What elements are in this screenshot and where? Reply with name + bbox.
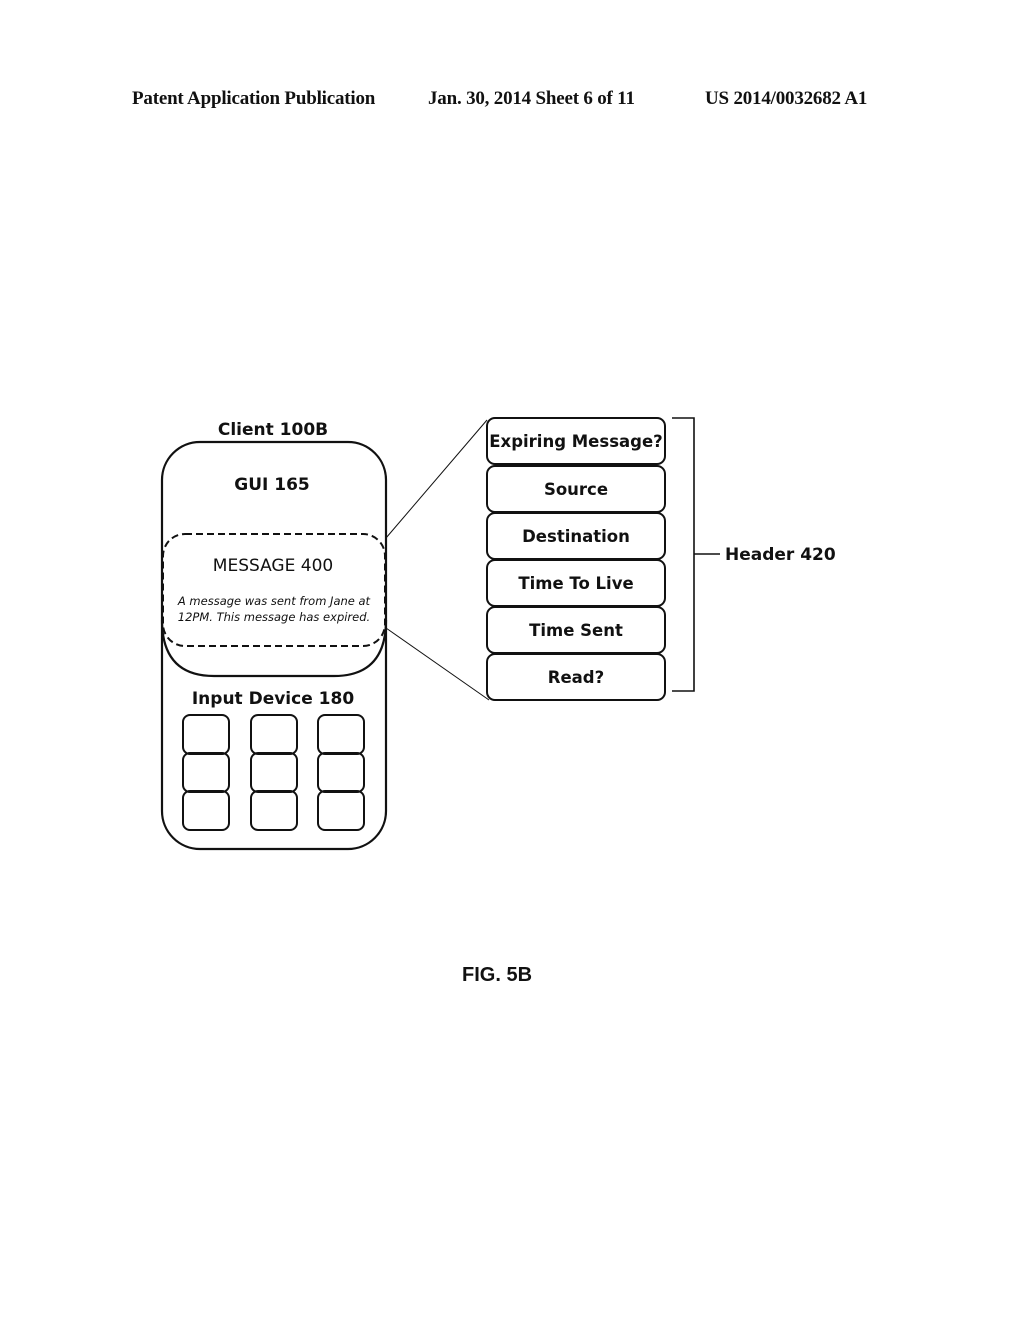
keypad-key: [317, 714, 365, 755]
callout-line-top: [385, 419, 488, 539]
header-bracket-label: Header 420: [725, 545, 836, 565]
message-label: MESSAGE 400: [213, 556, 333, 576]
message-body-line-1: A message was sent from Jane at: [177, 594, 371, 608]
header-field-label: Expiring Message?: [489, 432, 662, 451]
header-field-label: Source: [544, 480, 608, 499]
keypad-key: [182, 714, 230, 755]
figure-caption: FIG. 5B: [462, 964, 533, 986]
keypad-key: [250, 790, 298, 831]
header-fields: Expiring Message? Source Destination Time T…: [486, 417, 666, 701]
header-field-label: Read?: [548, 668, 604, 687]
keypad-key: [182, 790, 230, 831]
header-field-label: Time Sent: [529, 621, 623, 640]
message-box: [162, 533, 386, 647]
keypad-key: [250, 714, 298, 755]
client-title: Client 100B: [218, 420, 328, 440]
callout-line-bottom: [385, 627, 490, 701]
keypad-key: [182, 752, 230, 793]
header-bracket: [672, 417, 695, 692]
keypad: [182, 714, 365, 831]
message-body-line-2: 12PM. This message has expired.: [178, 610, 370, 624]
gui-screen-border: [160, 619, 388, 678]
input-device-label: Input Device 180: [192, 689, 354, 709]
gui-label: GUI 165: [234, 475, 310, 495]
keypad-key: [317, 790, 365, 831]
figure-diagram: Client 100B GUI 165 MESSAGE 400 A messag…: [160, 417, 836, 851]
header-field-label: Destination: [522, 527, 630, 546]
keypad-key: [317, 752, 365, 793]
header-field-label: Time To Live: [518, 574, 633, 593]
keypad-key: [250, 752, 298, 793]
